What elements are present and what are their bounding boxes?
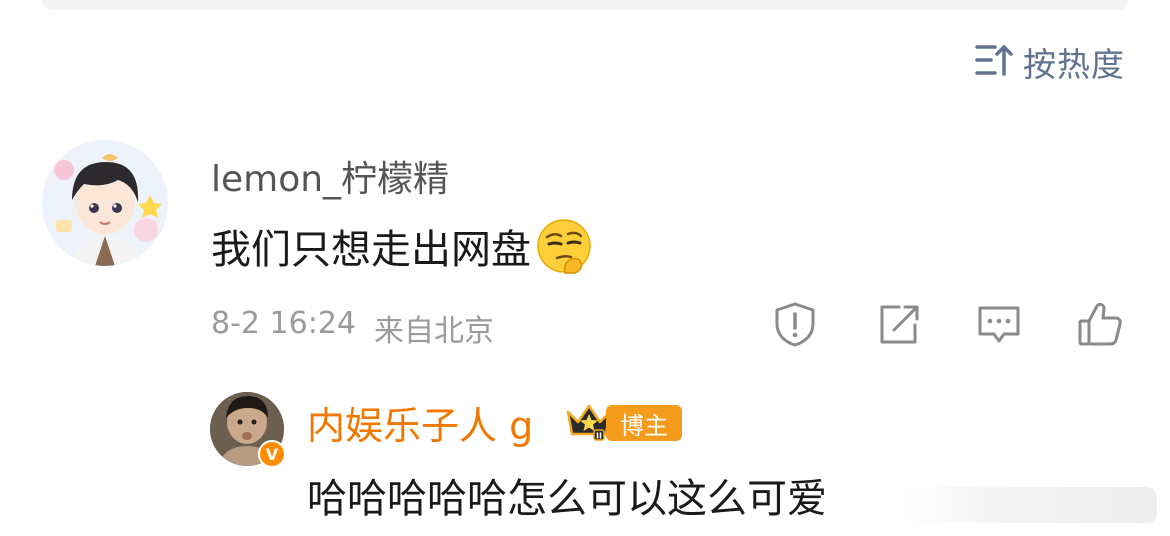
- sort-by-hot-button[interactable]: 按热度: [975, 40, 1125, 84]
- comment-location: 来自北京: [374, 314, 494, 349]
- reply-username[interactable]: 内娱乐子人 g: [307, 395, 533, 450]
- reply-text: 哈哈哈哈哈怎么可以这么可爱: [307, 476, 827, 522]
- verified-badge-icon: V: [258, 440, 286, 468]
- comment-date: 8-2 16:24: [211, 306, 356, 341]
- report-icon: [772, 302, 818, 352]
- share-button[interactable]: [875, 300, 921, 348]
- reply-button[interactable]: [976, 300, 1022, 348]
- sort-icon: [975, 43, 1013, 81]
- like-button[interactable]: [1077, 300, 1123, 348]
- blogger-badge: 博主: [606, 405, 682, 441]
- comment-icon: [976, 306, 1022, 352]
- fade-overlay: [905, 487, 1157, 523]
- comment-body: 我们只想走出网盘: [211, 217, 593, 275]
- comment-username[interactable]: lemon_柠檬精: [211, 150, 449, 202]
- svg-text:II: II: [596, 432, 602, 441]
- comment-meta: 8-2 16:24 来自北京: [211, 306, 494, 350]
- share-icon: [875, 305, 921, 352]
- thinking-face-emoji-icon: [535, 217, 593, 275]
- previous-card-edge: [42, 0, 1128, 10]
- report-button[interactable]: [772, 300, 818, 348]
- comment-text: 我们只想走出网盘: [211, 227, 531, 273]
- avatar[interactable]: [42, 140, 168, 266]
- like-icon: [1077, 302, 1123, 352]
- sort-label: 按热度: [1023, 45, 1125, 84]
